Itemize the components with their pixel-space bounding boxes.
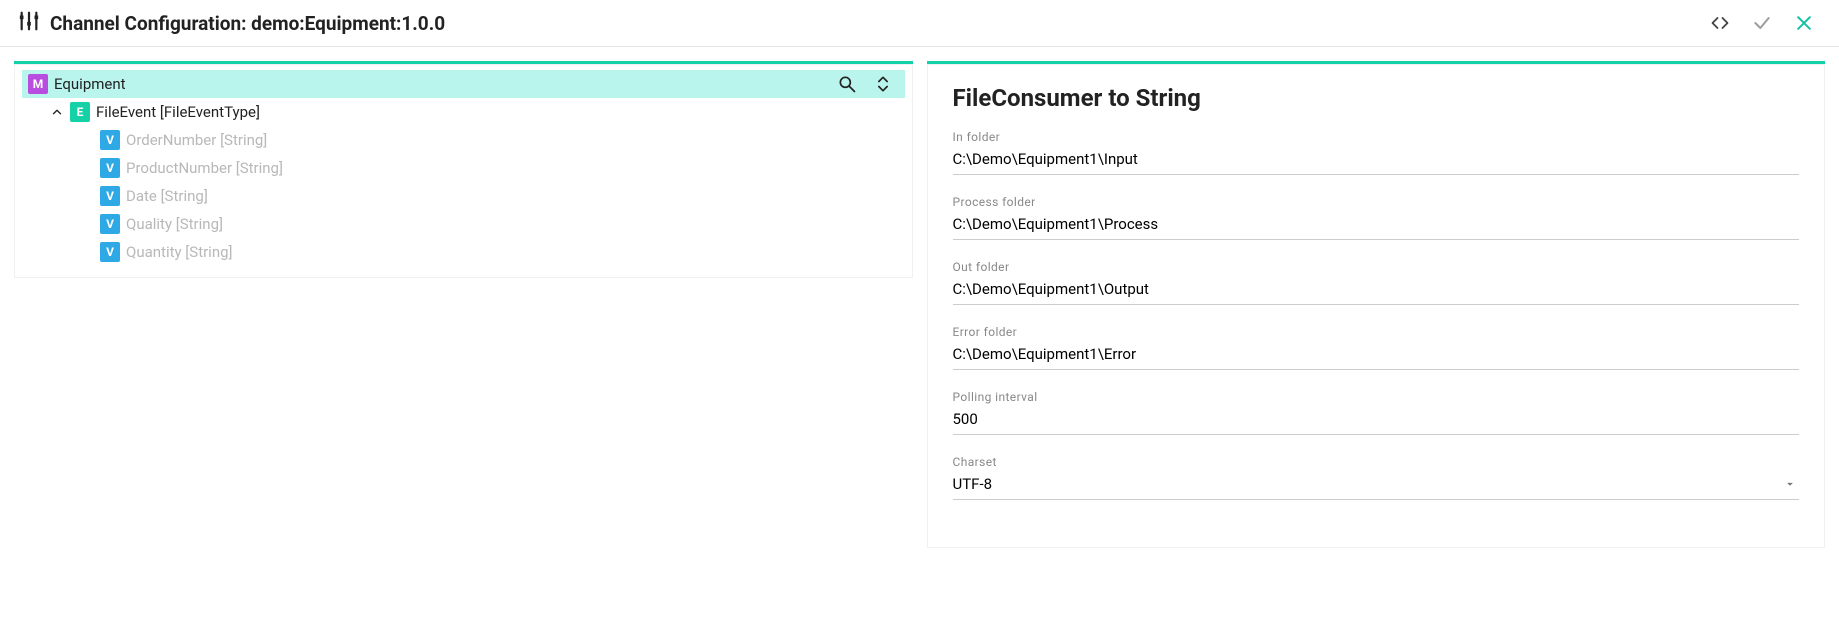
process-folder-label: Process folder [953, 195, 1800, 209]
form-panel: FileConsumer to String In folder Process… [927, 61, 1826, 548]
in-folder-input[interactable] [953, 146, 1800, 175]
page-title: Channel Configuration: demo:Equipment:1.… [50, 12, 445, 35]
model-badge-icon: M [28, 74, 48, 94]
tree-root-equipment[interactable]: M Equipment [22, 70, 905, 98]
charset-select[interactable] [953, 471, 1800, 500]
confirm-button[interactable] [1751, 12, 1773, 34]
polling-interval-input[interactable] [953, 406, 1800, 435]
channel-config-icon [18, 10, 40, 36]
tree-leaf-quantity[interactable]: V Quantity [String] [94, 238, 909, 266]
tree-leaf-ordernumber[interactable]: V OrderNumber [String] [94, 126, 909, 154]
tree-leaf-label: ProductNumber [String] [126, 159, 283, 177]
polling-interval-label: Polling interval [953, 390, 1800, 404]
tree-leaf-productnumber[interactable]: V ProductNumber [String] [94, 154, 909, 182]
search-icon[interactable] [837, 74, 857, 94]
charset-label: Charset [953, 455, 1800, 469]
out-folder-label: Out folder [953, 260, 1800, 274]
out-folder-input[interactable] [953, 276, 1800, 305]
code-view-button[interactable] [1709, 12, 1731, 34]
event-badge-icon: E [70, 102, 90, 122]
tree-leaf-label: Date [String] [126, 187, 208, 205]
expand-collapse-icon[interactable] [873, 74, 893, 94]
tree-leaf-date[interactable]: V Date [String] [94, 182, 909, 210]
in-folder-label: In folder [953, 130, 1800, 144]
tree-root-label: Equipment [54, 75, 837, 93]
tree-leaf-quality[interactable]: V Quality [String] [94, 210, 909, 238]
variable-badge-icon: V [100, 214, 120, 234]
variable-badge-icon: V [100, 186, 120, 206]
variable-badge-icon: V [100, 158, 120, 178]
process-folder-input[interactable] [953, 211, 1800, 240]
tree-node-fileevent[interactable]: E FileEvent [FileEventType] [40, 98, 909, 126]
variable-badge-icon: V [100, 242, 120, 262]
form-title: FileConsumer to String [953, 84, 1800, 112]
tree-leaf-label: Quantity [String] [126, 243, 233, 261]
error-folder-input[interactable] [953, 341, 1800, 370]
tree-node-label: FileEvent [FileEventType] [96, 103, 260, 121]
error-folder-label: Error folder [953, 325, 1800, 339]
close-button[interactable] [1793, 12, 1815, 34]
variable-badge-icon: V [100, 130, 120, 150]
tree-leaf-label: OrderNumber [String] [126, 131, 267, 149]
model-tree-panel: M Equipment [14, 61, 913, 278]
chevron-up-icon[interactable] [46, 105, 68, 119]
tree-leaf-label: Quality [String] [126, 215, 223, 233]
